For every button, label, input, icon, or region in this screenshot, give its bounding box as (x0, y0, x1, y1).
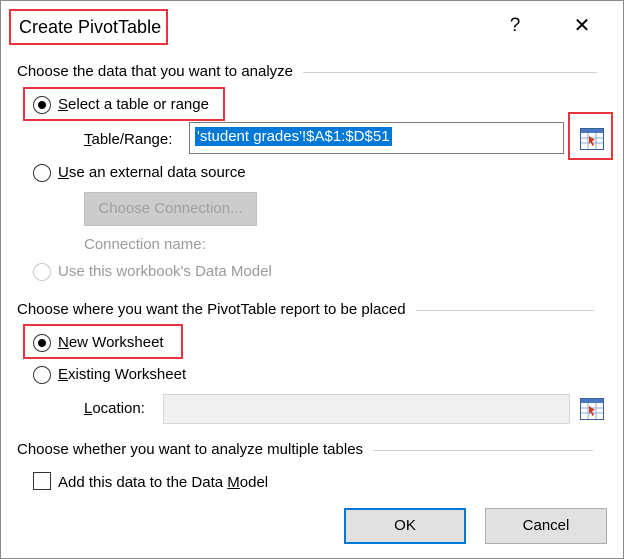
location-input[interactable] (163, 394, 570, 424)
radio-external-source-label[interactable]: Use an external data source (58, 164, 246, 181)
section-data-heading-text: Choose the data that you want to analyze (17, 63, 294, 80)
section-data-heading: Choose the data that you want to analyze (17, 63, 598, 80)
table-range-input[interactable]: 'student grades'!$A$1:$D$51 (189, 122, 564, 154)
close-icon: ✕ (573, 15, 591, 37)
section-placement-heading-text: Choose where you want the PivotTable rep… (17, 301, 406, 318)
title-highlight (9, 9, 168, 45)
new-worksheet-highlight (23, 324, 183, 359)
section-placement-heading: Choose where you want the PivotTable rep… (17, 301, 594, 318)
range-picker-highlight (568, 112, 613, 160)
choose-connection-button[interactable]: Choose Connection... (84, 192, 257, 226)
add-to-data-model-checkbox[interactable] (33, 472, 51, 490)
help-icon: ? (509, 15, 521, 36)
radio-external-source[interactable] (33, 164, 51, 182)
cancel-button[interactable]: Cancel (485, 508, 607, 544)
location-label: Location: (84, 400, 145, 417)
connection-name-label: Connection name: (84, 236, 206, 253)
table-range-label: Table/Range: (84, 131, 173, 148)
table-range-value: 'student grades'!$A$1:$D$51 (195, 127, 392, 146)
title-bar: Create PivotTable ? ✕ (1, 1, 623, 51)
choose-connection-label: Choose Connection... (98, 200, 243, 217)
ok-button-label: OK (394, 517, 416, 534)
radio-data-model[interactable] (33, 263, 51, 281)
radio-data-model-label: Use this workbook's Data Model (58, 263, 272, 280)
location-picker-icon (580, 398, 604, 420)
close-button[interactable]: ✕ (567, 11, 597, 41)
add-to-data-model-label[interactable]: Add this data to the Data Model (58, 474, 268, 491)
create-pivottable-dialog: Create PivotTable ? ✕ Choose the data th… (0, 0, 624, 559)
select-table-highlight (23, 87, 225, 121)
cancel-button-label: Cancel (522, 517, 570, 534)
radio-existing-worksheet[interactable] (33, 366, 51, 384)
ok-button[interactable]: OK (344, 508, 466, 544)
location-picker-button[interactable] (580, 398, 604, 420)
help-button[interactable]: ? (501, 11, 529, 41)
section-multiple-tables-heading: Choose whether you want to analyze multi… (17, 441, 594, 458)
section-multiple-tables-heading-text: Choose whether you want to analyze multi… (17, 441, 364, 458)
radio-existing-worksheet-label[interactable]: Existing Worksheet (58, 366, 186, 383)
